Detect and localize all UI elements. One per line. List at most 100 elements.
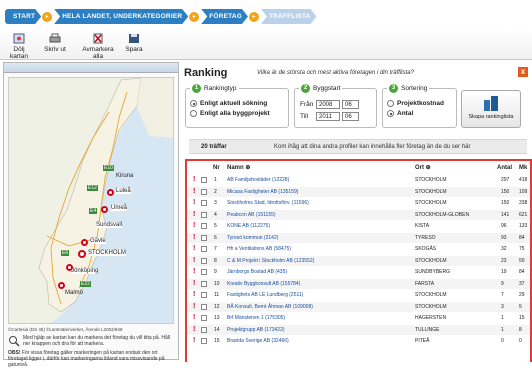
- map-marker-icon[interactable]: [78, 250, 86, 258]
- row-mk: 621: [519, 211, 528, 218]
- company-link[interactable]: AB Familjebostäder (12228): [227, 175, 289, 185]
- city-label: Gävle: [90, 238, 106, 244]
- col-count: Antal: [497, 165, 512, 171]
- ranking-panel: Ranking Vilka är de största och mest akt…: [181, 62, 532, 362]
- row-checkbox[interactable]: [201, 200, 207, 206]
- breadcrumb-category[interactable]: HELA LANDET, UNDERKATEGORIER: [54, 9, 188, 24]
- row-count: 1: [501, 315, 504, 321]
- radio-button[interactable]: [190, 110, 197, 117]
- map-marker-icon[interactable]: [66, 264, 73, 271]
- radio-sort-cost[interactable]: Projektkostnad: [387, 100, 444, 107]
- to-month-select[interactable]: 06: [342, 112, 359, 121]
- row-checkbox[interactable]: [201, 188, 207, 195]
- to-year-select[interactable]: 2011: [316, 112, 340, 121]
- radio-sort-count[interactable]: Antal: [387, 110, 444, 117]
- step-number: 3: [389, 84, 398, 93]
- breadcrumb: START ▸ HELA LANDET, UNDERKATEGORIER ▸ F…: [5, 9, 525, 24]
- row-checkbox[interactable]: [201, 303, 207, 310]
- close-icon[interactable]: x: [518, 67, 528, 77]
- row-mk: 84: [519, 269, 525, 275]
- company-link[interactable]: Tyresö kommun (2142): [227, 233, 278, 243]
- row-count: 1: [501, 326, 504, 333]
- company-link[interactable]: Hh a Ventilations AB (58475): [227, 244, 291, 254]
- company-link[interactable]: BÅ Konsult, Bernt Åhman AB (109008): [227, 302, 313, 312]
- map-marker-icon[interactable]: [107, 189, 114, 196]
- row-count: 150: [501, 200, 510, 206]
- alert-icon: !: [193, 279, 196, 287]
- row-count: 19: [501, 269, 507, 275]
- row-city: STOCKHOLM: [415, 303, 447, 310]
- company-link[interactable]: Stockholms Stad, Idrottsförv. (11596): [227, 198, 309, 208]
- company-link[interactable]: Kreativ Byggkonsult AB (155784): [227, 279, 300, 289]
- route-label: E4: [89, 208, 98, 214]
- row-checkbox[interactable]: [201, 177, 207, 183]
- company-link[interactable]: Bravida Sverige AB (32466): [227, 336, 289, 346]
- company-link[interactable]: Brf Mänstenen 1 (175305): [227, 313, 285, 323]
- company-link[interactable]: Järnborgs Bostad AB (435): [227, 267, 287, 277]
- breadcrumb-hitlist: TRÄFFLISTA: [261, 9, 317, 24]
- company-link[interactable]: Fastighets AB LE Lundberg (2511): [227, 290, 303, 300]
- breadcrumb-company[interactable]: FÖRETAG: [201, 9, 248, 24]
- company-link[interactable]: KONE AB (112275): [227, 221, 270, 231]
- radio-current-search[interactable]: Enligt aktuell sökning: [190, 100, 270, 107]
- row-checkbox[interactable]: [201, 338, 207, 344]
- row-count: 150: [501, 188, 510, 195]
- radio-button[interactable]: [387, 100, 394, 107]
- row-checkbox[interactable]: [201, 315, 207, 321]
- map-marker-icon[interactable]: [81, 239, 88, 246]
- col-city[interactable]: Ort ⊕: [415, 163, 431, 173]
- map-icon: [13, 33, 25, 44]
- row-city: SUNDBYBERG: [415, 269, 451, 275]
- row-count: 23: [501, 257, 507, 264]
- alert-icon: !: [193, 210, 196, 218]
- row-checkbox[interactable]: [201, 292, 207, 298]
- city-label: Umeå: [111, 205, 128, 211]
- row-nr: 8: [214, 257, 217, 264]
- from-year-select[interactable]: 2008: [316, 100, 340, 109]
- breadcrumb-separator-icon: ▸: [248, 11, 259, 22]
- radio-button[interactable]: [387, 110, 394, 117]
- breadcrumb-start[interactable]: START: [5, 9, 41, 24]
- company-link[interactable]: Micasa Fastigheter AB (135159): [227, 187, 298, 197]
- alert-icon: !: [193, 245, 196, 252]
- map-help: Med hjälp av kartan kan du markera det f…: [8, 335, 174, 368]
- alert-icon: !: [193, 325, 196, 333]
- toolbar: Dölj kartan Skriv ut Avmarkera alla Spar…: [0, 30, 532, 60]
- save-button[interactable]: Spara: [123, 33, 145, 53]
- row-checkbox[interactable]: [201, 257, 207, 264]
- ranking-type-group: 1 Rankingtyp Enligt aktuell sökning Enlig…: [185, 84, 289, 128]
- company-link[interactable]: Peabcon AB (151155): [227, 210, 276, 220]
- map-marker-icon[interactable]: [58, 282, 65, 289]
- company-link[interactable]: C & M Projekt i Stockholm AB (123552): [227, 256, 314, 266]
- row-checkbox[interactable]: [201, 280, 207, 287]
- from-month-select[interactable]: 06: [342, 100, 359, 109]
- row-checkbox[interactable]: [201, 223, 207, 229]
- row-checkbox[interactable]: [201, 211, 207, 218]
- col-name[interactable]: Namn ⊕: [227, 163, 250, 173]
- row-checkbox[interactable]: [201, 234, 207, 241]
- table-row: ! 1 AB Familjebostäder (12228) STOCKHOLM 297…: [187, 175, 530, 185]
- table-row: ! 6 Tyresö kommun (2142) TYRESO 93 84: [187, 232, 530, 243]
- unmark-all-button[interactable]: Avmarkera alla: [77, 33, 119, 60]
- map-marker-icon[interactable]: [101, 206, 108, 213]
- row-checkbox[interactable]: [201, 269, 207, 275]
- row-mk: 418: [519, 177, 528, 183]
- company-link[interactable]: Projektgrupp AB (173422): [227, 325, 285, 335]
- print-button[interactable]: Skriv ut: [42, 33, 68, 53]
- route-label: E10: [103, 165, 114, 171]
- table-row: ! 3 Stockholms Stad, Idrottsförv. (11596) S…: [187, 198, 530, 208]
- row-city: STOCKHOLM: [415, 188, 447, 195]
- radio-all-projects[interactable]: Enligt alla byggprojekt: [190, 110, 270, 117]
- row-nr: 10: [214, 280, 220, 287]
- table-row: ! 2 Micasa Fastigheter AB (135159) STOCKHOL…: [187, 186, 530, 197]
- row-count: 297: [501, 177, 510, 183]
- row-checkbox[interactable]: [201, 246, 207, 252]
- hide-map-button[interactable]: Dölj kartan: [4, 33, 34, 60]
- sort-title: Sortering: [401, 85, 428, 92]
- row-nr: 15: [214, 338, 220, 344]
- radio-button[interactable]: [190, 100, 197, 107]
- create-ranking-button[interactable]: Skapa rankinglista: [461, 90, 521, 128]
- row-checkbox[interactable]: [201, 326, 207, 333]
- row-nr: 5: [214, 223, 217, 229]
- results-bar: 20 träffar Kom ihåg att dina andra profi…: [189, 139, 527, 154]
